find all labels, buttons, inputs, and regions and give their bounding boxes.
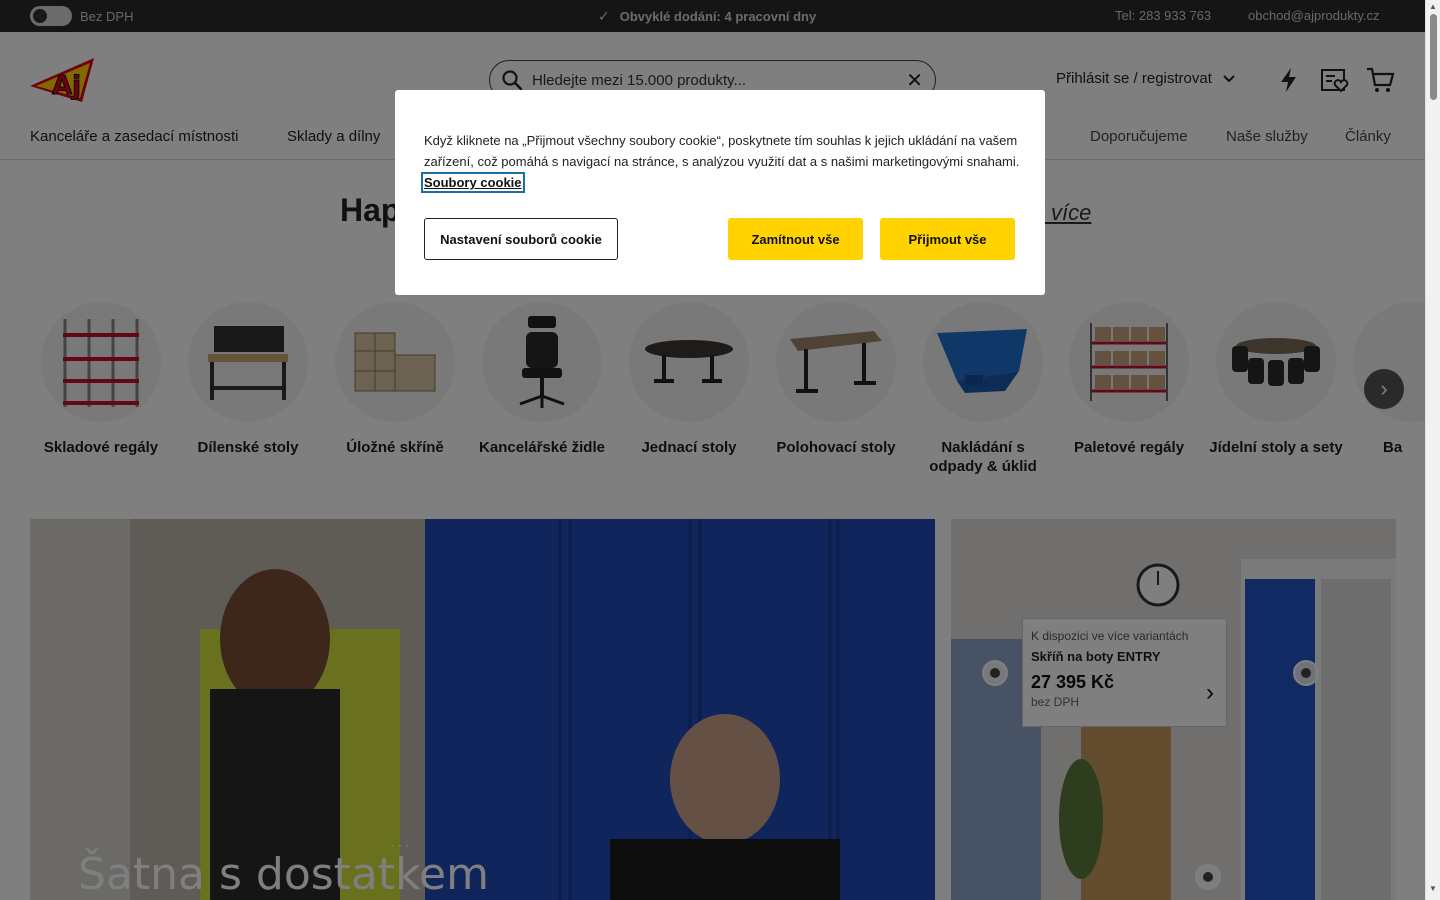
reject-all-button[interactable]: Zamítnout vše [728, 218, 863, 260]
scrollbar-thumb[interactable] [1430, 14, 1437, 100]
cookie-text-block: Když kliknete na „Přijmout všechny soubo… [421, 130, 1024, 193]
scroll-up-icon[interactable]: ▲ [1429, 2, 1437, 11]
cookie-policy-link[interactable]: Soubory cookie [421, 172, 525, 193]
cookie-text: Když kliknete na „Přijmout všechny soubo… [424, 133, 1020, 169]
scroll-down-icon[interactable]: ▼ [1429, 884, 1437, 893]
cookie-dialog: Když kliknete na „Přijmout všechny soubo… [395, 90, 1045, 295]
cookie-settings-button[interactable]: Nastavení souborů cookie [424, 218, 618, 260]
accept-all-button[interactable]: Přijmout vše [880, 218, 1015, 260]
scrollbar[interactable]: ▲ ▼ [1425, 0, 1440, 900]
